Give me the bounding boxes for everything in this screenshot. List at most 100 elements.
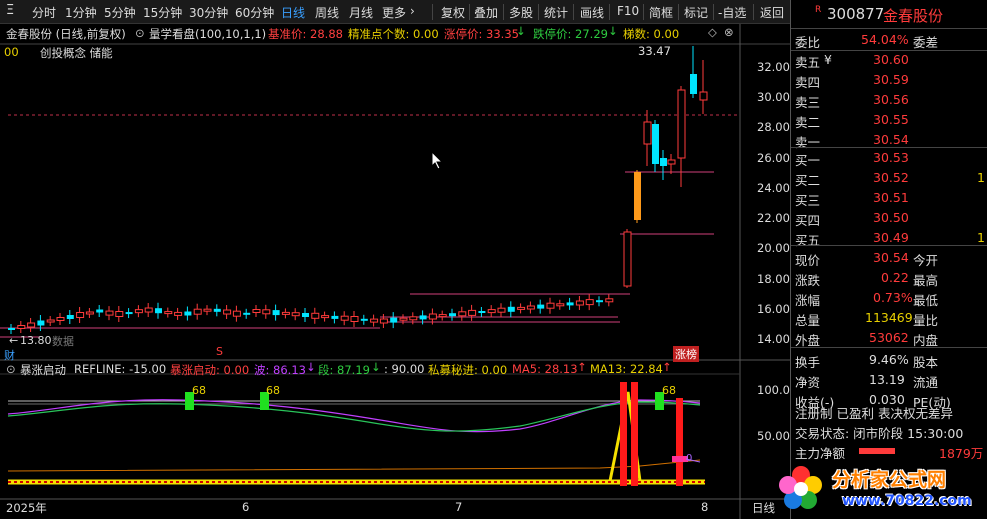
candle-body: [660, 158, 667, 166]
finance-marker[interactable]: 财: [4, 347, 15, 363]
candle-body: [243, 312, 251, 315]
candle-body: [428, 313, 437, 320]
f10-button[interactable]: F10: [617, 4, 639, 18]
candle-body: [643, 121, 652, 145]
ma13-value: MA13: 22.84: [590, 362, 663, 376]
candle-body: [252, 309, 261, 313]
mark-button[interactable]: 标记: [684, 4, 708, 21]
sub-collapse-icon[interactable]: ⊙: [6, 362, 16, 376]
period-60min[interactable]: 60分钟: [235, 4, 274, 21]
watermark-logo: 分析家公式网 www.70822.com: [772, 459, 987, 519]
candle-body: [399, 317, 408, 321]
period-30min[interactable]: 30分钟: [189, 4, 228, 21]
x-label: 2025年: [6, 501, 47, 515]
candle-body: [623, 231, 632, 287]
candle-body: [262, 309, 271, 315]
candle-body: [164, 311, 173, 315]
candle-body: [203, 308, 212, 312]
period-weekly[interactable]: 周线: [315, 4, 339, 21]
buy-volume: 1: [977, 170, 985, 185]
candle-body: [419, 315, 427, 320]
stat-value: 53062: [869, 330, 909, 345]
stat-label2: 流通: [913, 375, 939, 390]
candle-body: [144, 307, 153, 313]
restore-rights-button[interactable]: 复权: [441, 4, 465, 21]
candle-body: [272, 310, 280, 316]
candle-body: [291, 312, 300, 317]
candle-body: [556, 303, 565, 307]
y-tick: 22.00: [757, 211, 790, 225]
candle-body: [652, 124, 659, 164]
menu-icon[interactable]: Ξ: [6, 3, 14, 18]
candle-body: [566, 302, 574, 306]
draw-line-button[interactable]: 画线: [580, 4, 604, 21]
statistics-button[interactable]: 统计: [544, 4, 568, 21]
period-more[interactable]: 更多: [382, 4, 406, 21]
sell-label: 卖四: [795, 75, 821, 90]
candle-body: [56, 317, 65, 321]
period-1min[interactable]: 1分钟: [65, 4, 97, 21]
sub-indicator-name[interactable]: 暴涨启动: [20, 362, 66, 378]
candle-body: [370, 318, 379, 323]
marker-68: 68: [266, 384, 280, 397]
concept-tags: 创投概念 储能: [40, 46, 113, 60]
candle-body: [537, 304, 545, 309]
diamond-icon[interactable]: ◇: [708, 25, 717, 39]
back-button[interactable]: 返回: [760, 4, 784, 21]
candle-body: [17, 325, 26, 329]
candle-body: [634, 172, 641, 220]
remove-watchlist-button[interactable]: -自选: [718, 4, 746, 21]
y-tick: 18.00: [757, 272, 790, 286]
steps-count: 梯数: 0.00: [623, 27, 680, 41]
zhangbang-marker[interactable]: 涨榜: [673, 346, 699, 362]
stat-label2: 股本: [913, 355, 939, 370]
sell-label: 卖三: [795, 95, 821, 110]
simple-frame-button[interactable]: 简框: [649, 4, 673, 21]
quote-panel: R 300877 金春股份 委比 54.04% 委差 卖五 ¥30.60 卖四 30…: [790, 0, 987, 519]
candle-body: [497, 307, 506, 313]
candle-body: [311, 312, 320, 319]
candle-body: [458, 311, 467, 317]
y-tick: 26.00: [757, 151, 790, 165]
sell-price: 30.60: [873, 52, 909, 67]
buy-price: 30.53: [873, 150, 909, 165]
candle-body: [546, 302, 555, 309]
candle-body: [134, 309, 143, 314]
s-marker[interactable]: S: [216, 345, 223, 358]
period-5min[interactable]: 5分钟: [104, 4, 136, 21]
period-15min[interactable]: 15分钟: [143, 4, 182, 21]
candle-body: [96, 309, 104, 313]
stock-name: 金春股份: [883, 7, 944, 25]
trade-status: 交易状态: 闭市阶段 15:30:00: [795, 426, 964, 441]
candle-body: [115, 310, 124, 317]
indicator-name[interactable]: 量学看盘(100,10,1,1): [149, 26, 266, 42]
stat-value: 13.19: [869, 372, 905, 387]
candle-body: [526, 305, 535, 310]
period-daily[interactable]: 日线: [281, 4, 305, 21]
period-intraday[interactable]: 分时: [32, 4, 56, 21]
sub-y-tick: 50.00: [757, 429, 790, 443]
kline-chart[interactable]: [0, 24, 790, 519]
candle-body: [605, 298, 614, 303]
stock-code: 300877: [827, 5, 885, 23]
weibi-label: 委比: [795, 35, 821, 50]
buy-label: 买二: [795, 173, 821, 188]
multi-stock-button[interactable]: 多股: [509, 4, 533, 21]
stat-label: 换手: [795, 355, 821, 370]
stat-label2: 最低: [913, 293, 939, 308]
stock-title: 金春股份 (日线,前复权): [6, 27, 126, 41]
overlay-button[interactable]: 叠加: [474, 4, 498, 21]
mouse-cursor-icon: [431, 151, 444, 170]
collapse-icon[interactable]: ⊙: [135, 26, 145, 40]
sell-label: 卖五: [795, 55, 821, 70]
chevron-right-icon[interactable]: ›: [410, 4, 415, 18]
registration-info: 注册制 已盈利 表决权无差异: [795, 406, 953, 421]
candle-body: [340, 315, 349, 321]
small-marker: 0: [686, 453, 693, 464]
period-monthly[interactable]: 月线: [349, 4, 373, 21]
low-label: 13.80: [20, 334, 52, 347]
close-icon[interactable]: ⊗: [724, 25, 734, 39]
low-marker: ←: [9, 334, 19, 347]
candle-body: [174, 311, 183, 316]
sell-price: 30.56: [873, 92, 909, 107]
